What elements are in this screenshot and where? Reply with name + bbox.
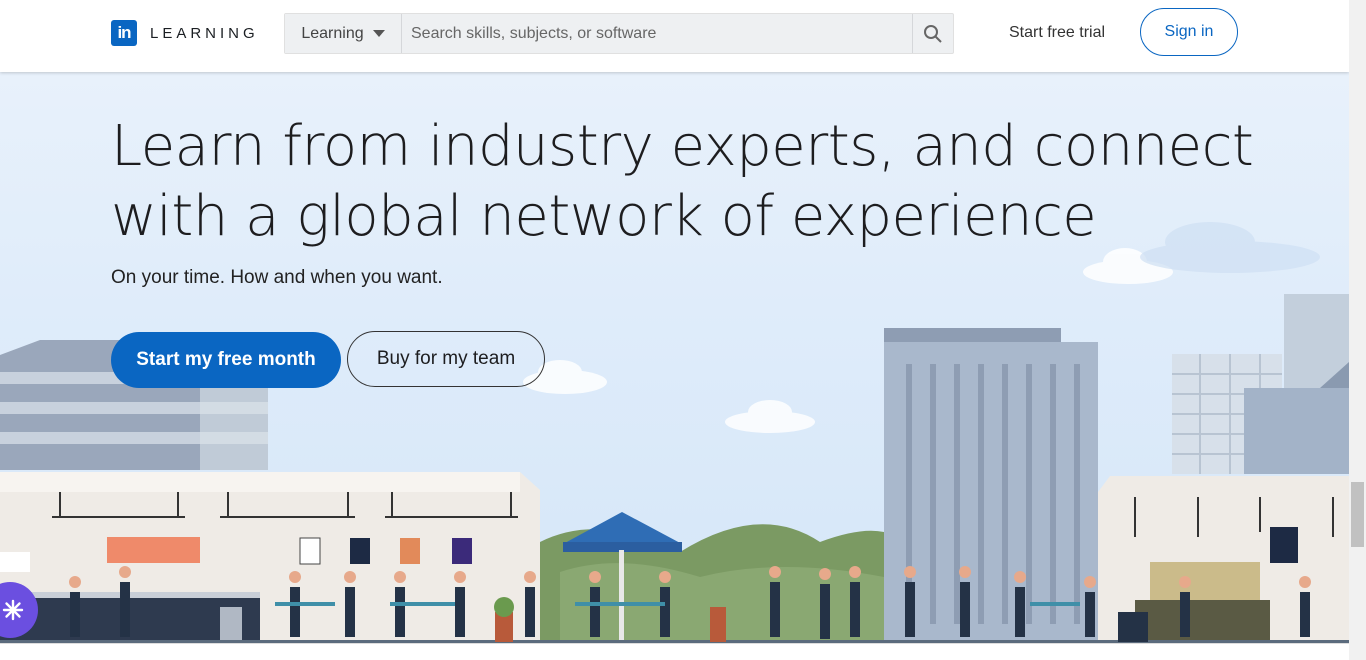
caret-down-icon	[372, 30, 385, 37]
logo-wordmark: LEARNING	[150, 24, 259, 42]
buy-for-team-button[interactable]: Buy for my team	[347, 331, 545, 387]
hero-headline: Learn from industry experts, and connect…	[111, 114, 1254, 249]
sparkle-icon	[2, 599, 24, 621]
top-nav: in LEARNING Learning Start free trial Si…	[0, 0, 1349, 72]
search-type-dropdown[interactable]: Learning	[285, 14, 402, 53]
search-input[interactable]	[402, 14, 912, 53]
linkedin-learning-logo[interactable]: in LEARNING	[111, 20, 259, 46]
start-free-trial-link[interactable]: Start free trial	[1009, 24, 1105, 42]
hero-section: Learn from industry experts, and connect…	[0, 72, 1349, 660]
section-divider	[0, 643, 1349, 660]
search-bar: Learning	[284, 13, 954, 54]
search-button[interactable]	[912, 14, 953, 53]
page: in LEARNING Learning Start free trial Si…	[0, 0, 1349, 660]
linkedin-logo-icon: in	[111, 20, 137, 46]
sign-in-button[interactable]: Sign in	[1140, 8, 1238, 56]
search-icon	[924, 24, 942, 43]
page-scrollbar[interactable]	[1349, 0, 1366, 660]
scrollbar-thumb[interactable]	[1351, 482, 1364, 547]
search-type-label: Learning	[301, 24, 364, 42]
start-free-month-button[interactable]: Start my free month	[111, 332, 341, 388]
hero-subheadline: On your time. How and when you want.	[111, 267, 443, 288]
